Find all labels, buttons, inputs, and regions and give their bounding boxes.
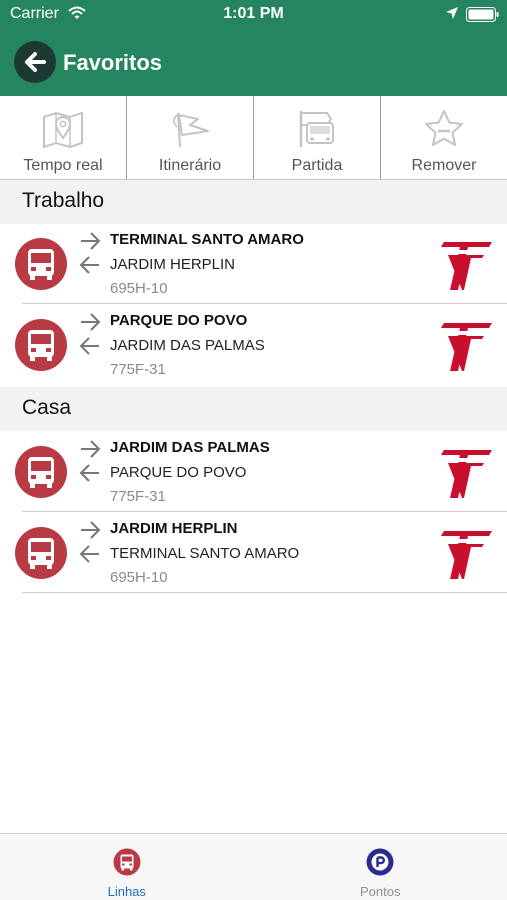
back-button[interactable] (14, 41, 56, 83)
route-code: 775F-31 (110, 488, 166, 505)
status-time: 1:01 PM (223, 5, 284, 22)
tab-label: Linhas (107, 884, 146, 899)
action-toolbar: Tempo real Itinerário Partida Remover (0, 96, 507, 180)
route-flag-icon (173, 112, 209, 148)
bus-icon (15, 319, 67, 371)
section-header-trabalho: Trabalho (0, 180, 507, 224)
route-origin: TERMINAL SANTO AMARO (110, 545, 300, 562)
remove-label: Remover (411, 157, 477, 174)
route-origin: JARDIM DAS PALMAS (110, 337, 265, 354)
inbound-arrow-icon (79, 256, 99, 274)
route-origin: PARQUE DO POVO (110, 464, 247, 481)
tab-bar: Linhas Pontos (0, 833, 507, 900)
outbound-arrow-icon (81, 232, 101, 250)
operator-logo-icon (441, 323, 492, 371)
section-title: Casa (22, 396, 72, 419)
itinerary-button[interactable]: Itinerário (127, 96, 254, 179)
outbound-arrow-icon (81, 440, 101, 458)
realtime-button[interactable]: Tempo real (0, 96, 127, 179)
navigation-bar: Favoritos (0, 30, 507, 96)
app-header: Carrier 1:01 PM Favoritos (0, 0, 507, 96)
inbound-arrow-icon (79, 545, 99, 563)
route-destination: JARDIM DAS PALMAS (110, 439, 270, 456)
route-row[interactable]: PARQUE DO POVO JARDIM DAS PALMAS 775F-31 (0, 305, 507, 385)
row-divider (22, 511, 507, 512)
star-icon (425, 110, 463, 146)
back-arrow-icon (25, 52, 46, 72)
battery-icon (466, 7, 499, 22)
route-destination: PARQUE DO POVO (110, 312, 248, 329)
itinerary-label: Itinerário (158, 157, 222, 174)
departure-label: Partida (291, 157, 343, 174)
status-bar: Carrier 1:01 PM (0, 0, 507, 30)
route-code: 695H-10 (110, 569, 168, 586)
route-row[interactable]: JARDIM DAS PALMAS PARQUE DO POVO 775F-31 (0, 432, 507, 512)
route-destination: TERMINAL SANTO AMARO (110, 231, 304, 248)
bus-stop-pin-icon (366, 848, 394, 876)
tab-pontos[interactable]: Pontos (254, 834, 507, 900)
row-divider (22, 303, 507, 304)
operator-logo-icon (441, 242, 492, 290)
route-origin: JARDIM HERPLIN (110, 256, 236, 273)
departure-button[interactable]: Partida (254, 96, 381, 179)
row-divider (22, 592, 507, 593)
bus-icon (15, 446, 67, 498)
operator-logo-icon (441, 450, 492, 498)
operator-logo-icon (441, 531, 492, 579)
route-code: 775F-31 (110, 361, 166, 378)
section-header-casa: Casa (0, 387, 507, 431)
map-icon (43, 111, 83, 149)
outbound-arrow-icon (81, 313, 101, 331)
bus-stop-icon (299, 111, 334, 147)
bus-icon (113, 848, 141, 876)
realtime-label: Tempo real (23, 157, 103, 174)
section-title: Trabalho (22, 189, 105, 212)
inbound-arrow-icon (79, 337, 99, 355)
route-row[interactable]: TERMINAL SANTO AMARO JARDIM HERPLIN 695H… (0, 224, 507, 304)
tab-linhas[interactable]: Linhas (0, 834, 254, 900)
route-code: 695H-10 (110, 280, 168, 297)
outbound-arrow-icon (81, 521, 101, 539)
tab-label: Pontos (360, 884, 401, 899)
page-title: Favoritos (63, 50, 163, 75)
bus-icon (15, 238, 67, 290)
location-arrow-icon (446, 7, 458, 19)
route-row[interactable]: JARDIM HERPLIN TERMINAL SANTO AMARO 695H… (0, 513, 507, 593)
inbound-arrow-icon (79, 464, 99, 482)
route-destination: JARDIM HERPLIN (110, 520, 238, 537)
bus-icon (15, 527, 67, 579)
remove-button[interactable]: Remover (381, 96, 507, 179)
